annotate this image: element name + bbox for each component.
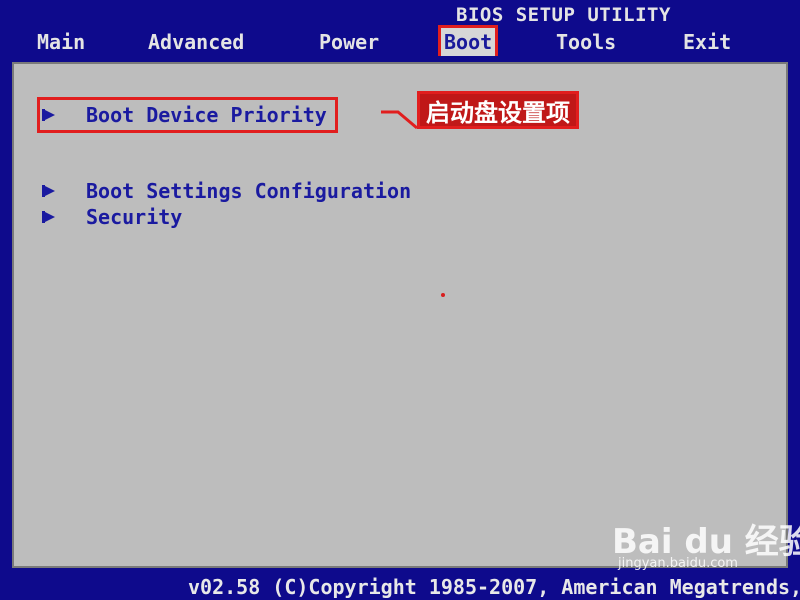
menu-tools[interactable]: Tools <box>553 28 619 56</box>
entry-boot-device-priority[interactable]: Boot Device Priority <box>37 97 338 133</box>
annotation-label: 启动盘设置项 <box>417 91 579 129</box>
entry-label: Boot Device Priority <box>86 103 327 127</box>
bios-screen: BIOS SETUP UTILITY Main Advanced Power B… <box>0 0 800 600</box>
submenu-arrow-icon <box>42 109 55 121</box>
copyright-footer: v02.58 (C)Copyright 1985-2007, American … <box>0 574 800 600</box>
bios-title: BIOS SETUP UTILITY <box>456 4 671 26</box>
content-panel: Boot Device Priority Boot Settings Confi… <box>6 56 794 572</box>
menu-main[interactable]: Main <box>34 28 88 56</box>
menu-bar: Main Advanced Power Boot Tools Exit <box>0 25 800 59</box>
entry-label: Security <box>86 205 183 229</box>
menu-advanced[interactable]: Advanced <box>145 28 247 56</box>
entry-boot-settings-configuration[interactable]: Boot Settings Configuration <box>42 178 411 204</box>
menu-power[interactable]: Power <box>316 28 382 56</box>
entry-label: Boot Settings Configuration <box>86 179 412 203</box>
menu-exit[interactable]: Exit <box>680 28 734 56</box>
submenu-arrow-icon <box>42 211 55 223</box>
entry-security[interactable]: Security <box>42 204 182 230</box>
red-dot-marker <box>441 293 445 297</box>
submenu-arrow-icon <box>42 185 55 197</box>
content-area: Boot Device Priority Boot Settings Confi… <box>12 62 788 568</box>
menu-boot[interactable]: Boot <box>437 25 499 59</box>
copyright-text: v02.58 (C)Copyright 1985-2007, American … <box>188 575 800 599</box>
